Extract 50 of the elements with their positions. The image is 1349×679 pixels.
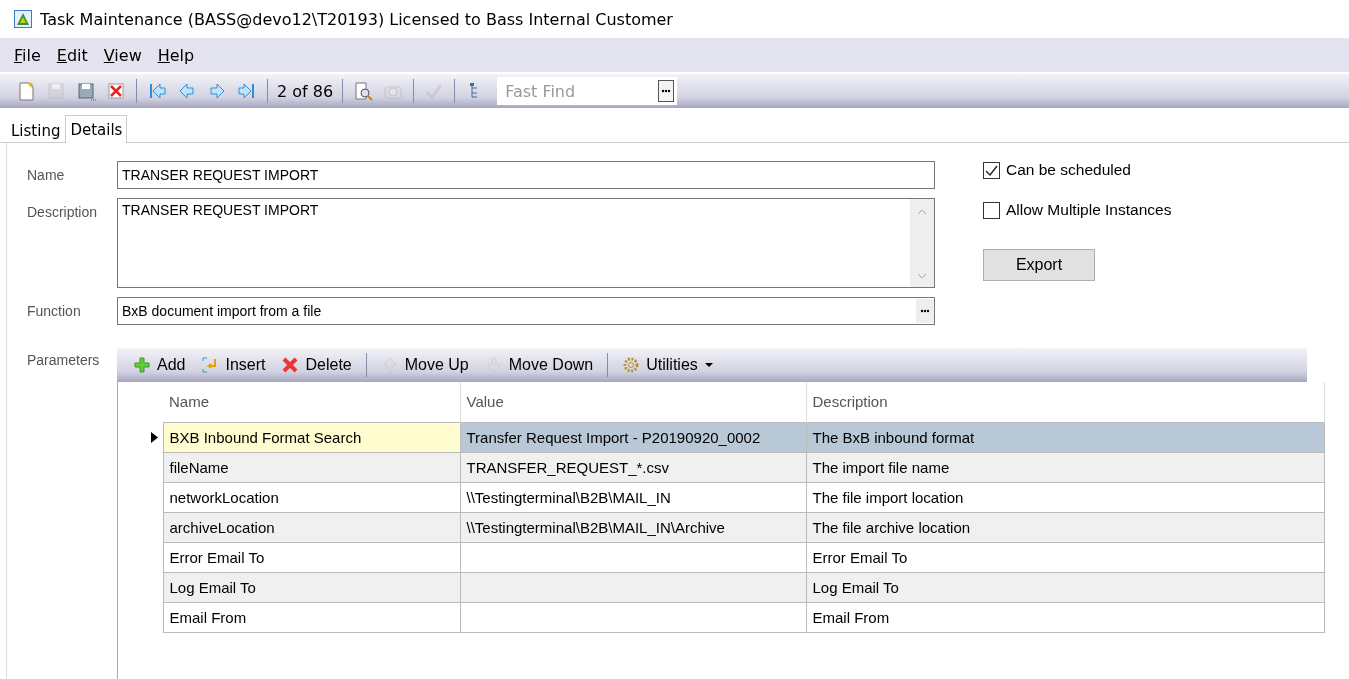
scroll-down-icon[interactable]	[917, 273, 927, 279]
table-cell: fileName	[163, 452, 460, 482]
toolbar-button[interactable]: Delete	[275, 356, 358, 374]
table-cell: Transfer Request Import - P20190920_0002	[460, 422, 806, 452]
table-cell: The BxB inbound format	[806, 422, 1324, 452]
checkbox-label: Can be scheduled	[1006, 161, 1131, 179]
table-cell: Log Email To	[163, 572, 460, 602]
caret-icon	[703, 362, 714, 368]
toolbar-button[interactable]: Utilities	[616, 356, 720, 374]
menu-item[interactable]: View	[97, 43, 148, 67]
table-cell: \\Testingterminal\B2B\MAIL_IN\Archive	[460, 512, 806, 542]
ellipsis-icon[interactable]	[916, 299, 934, 323]
function-field[interactable]: BxB document import from a file	[117, 297, 935, 325]
menu-item[interactable]: Edit	[50, 43, 94, 67]
ellipsis-icon[interactable]	[658, 80, 675, 102]
field-label: Name	[26, 166, 66, 183]
record-position: 2 of 86	[276, 81, 335, 101]
table-cell: Log Email To	[806, 572, 1324, 602]
table-cell: Error Email To	[163, 542, 460, 572]
toolbar-button[interactable]: Insert	[195, 356, 272, 374]
field-label: Description	[26, 203, 99, 220]
table-cell: Email From	[163, 602, 460, 632]
menu-item[interactable]: File	[8, 43, 47, 67]
name-field[interactable]: TRANSER REQUEST IMPORT	[117, 161, 935, 189]
checkbox-label: Allow Multiple Instances	[1006, 201, 1172, 219]
checkbox[interactable]	[983, 201, 1000, 219]
description-field[interactable]: TRANSER REQUEST IMPORT	[117, 198, 935, 288]
toolbar-button[interactable]: Add	[127, 356, 192, 374]
table-cell: networkLocation	[163, 482, 460, 512]
table-cell: The import file name	[806, 452, 1324, 482]
section-label: Parameters	[26, 351, 101, 370]
fast-find-field[interactable]: Fast Find	[497, 77, 656, 105]
table-cell: Error Email To	[806, 542, 1324, 572]
table-cell: The file import location	[806, 482, 1324, 512]
app-logo-icon	[14, 10, 32, 28]
table-cell: TRANSFER_REQUEST_*.csv	[460, 452, 806, 482]
field-label: Function	[26, 302, 82, 319]
window-title: Task Maintenance (BASS@devo12\T20193) Licensed to Bass Internal Customer	[40, 9, 673, 29]
table-cell: BXB Inbound Format Search	[163, 422, 460, 452]
export-button[interactable]: Export	[983, 249, 1095, 281]
table-cell: The file archive location	[806, 512, 1324, 542]
table-cell: \\Testingterminal\B2B\MAIL_IN	[460, 482, 806, 512]
menu-item[interactable]: Help	[151, 43, 201, 67]
checkbox[interactable]	[983, 161, 1000, 179]
table-cell: archiveLocation	[163, 512, 460, 542]
tab[interactable]: Listing	[6, 118, 66, 142]
tab[interactable]: Details	[65, 115, 128, 143]
row-pointer-icon	[151, 431, 158, 443]
table-cell: Email From	[806, 602, 1324, 632]
scroll-up-icon[interactable]	[917, 209, 927, 215]
